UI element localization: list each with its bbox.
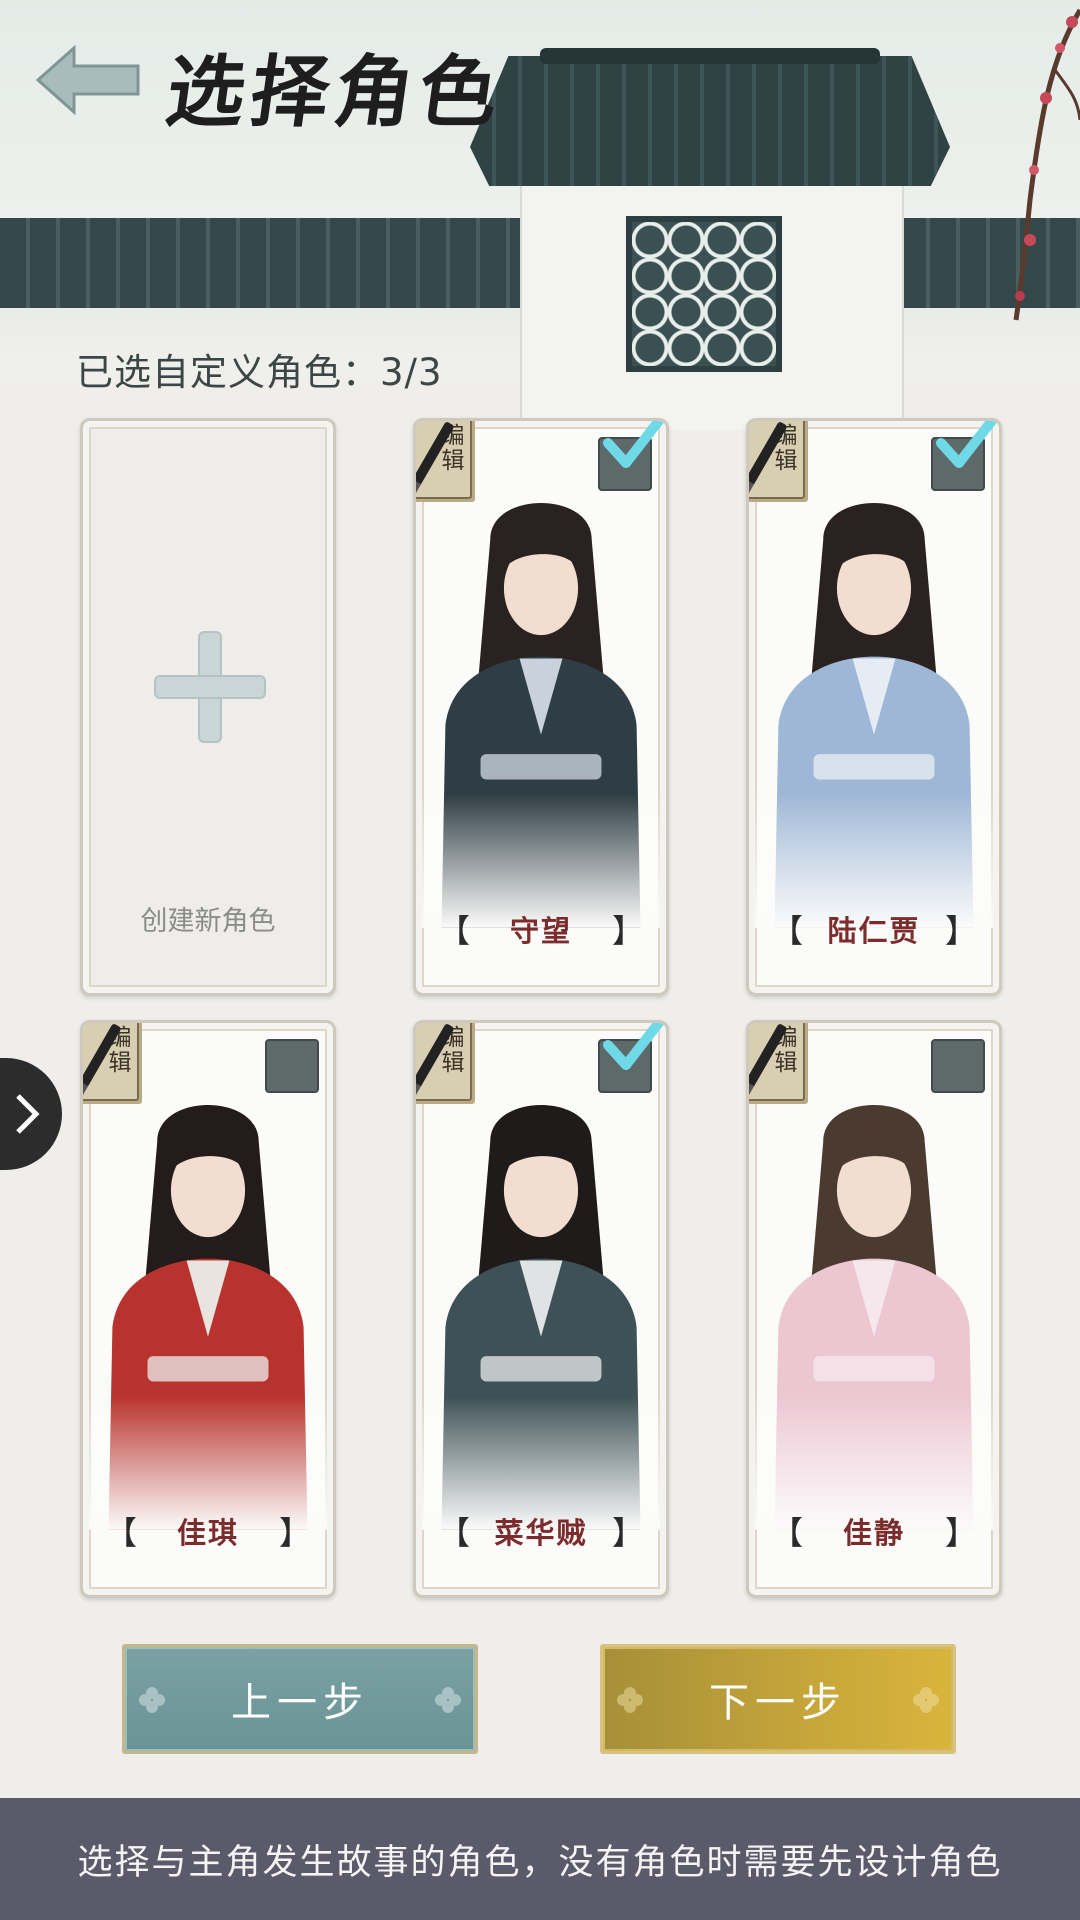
- name-plate: 【 佳静 】: [771, 1511, 977, 1552]
- side-expand-tab[interactable]: [0, 1058, 62, 1170]
- name-plate: 【 菜华贼 】: [438, 1511, 644, 1552]
- create-character-label: 创建新角色: [140, 906, 276, 937]
- edit-button[interactable]: 编辑: [749, 1023, 835, 1113]
- character-portrait: [422, 481, 660, 928]
- character-portrait: [422, 1083, 660, 1530]
- character-portrait: [755, 1083, 993, 1530]
- character-name: 菜华贼: [494, 1516, 588, 1550]
- back-arrow-icon: [35, 44, 140, 116]
- flower-ornament-icon: [617, 1687, 643, 1713]
- select-checkbox[interactable]: [265, 1039, 319, 1093]
- select-checkbox[interactable]: [598, 421, 666, 491]
- character-name: 守望: [509, 914, 572, 948]
- flower-ornament-icon: [435, 1687, 461, 1713]
- bracket-right-icon: 】: [611, 912, 644, 950]
- bracket-right-icon: 】: [944, 1514, 977, 1552]
- checkmark-icon: [936, 421, 999, 468]
- character-portrait: [89, 1083, 327, 1530]
- character-portrait: [755, 481, 993, 928]
- footer-hint-text: 选择与主角发生故事的角色，没有角色时需要先设计角色: [77, 1842, 1003, 1883]
- select-checkbox[interactable]: [598, 1023, 666, 1093]
- flower-ornament-icon: [913, 1687, 939, 1713]
- character-name: 佳静: [842, 1516, 905, 1550]
- edit-button[interactable]: 编辑: [416, 421, 502, 511]
- select-checkbox[interactable]: [931, 421, 999, 491]
- bracket-left-icon: 【: [771, 912, 804, 950]
- next-step-button[interactable]: 下一步: [600, 1644, 956, 1754]
- character-card[interactable]: 编辑 【 菜华贼 】: [413, 1020, 669, 1598]
- bracket-left-icon: 【: [438, 1514, 471, 1552]
- gate-roof-ridge: [540, 48, 880, 64]
- character-card[interactable]: 编辑 【 佳静 】: [746, 1020, 1002, 1598]
- next-step-label: 下一步: [709, 1680, 847, 1726]
- name-plate: 【 陆仁贾 】: [771, 909, 977, 950]
- previous-step-button[interactable]: 上一步: [122, 1644, 478, 1754]
- bracket-left-icon: 【: [771, 1514, 804, 1552]
- bracket-left-icon: 【: [105, 1514, 138, 1552]
- name-plate: 【 佳琪 】: [105, 1511, 311, 1552]
- bracket-right-icon: 】: [611, 1514, 644, 1552]
- create-character-card[interactable]: 创建新角色: [80, 418, 336, 996]
- checkmark-icon: [603, 1023, 666, 1070]
- flower-ornament-icon: [139, 1687, 165, 1713]
- previous-step-label: 上一步: [231, 1680, 369, 1726]
- footer-hint-bar: 选择与主角发生故事的角色，没有角色时需要先设计角色: [0, 1798, 1080, 1920]
- gate-roof: [470, 56, 950, 186]
- plum-blossom-branch: [1013, 8, 1080, 321]
- character-card[interactable]: 编辑 【 佳琪 】: [80, 1020, 336, 1598]
- character-name: 陆仁贾: [827, 914, 921, 948]
- back-button[interactable]: [34, 44, 142, 116]
- checkmark-icon: [603, 421, 666, 468]
- bracket-left-icon: 【: [438, 912, 471, 950]
- edit-button[interactable]: 编辑: [416, 1023, 502, 1113]
- character-card[interactable]: 编辑 【 陆仁贾 】: [746, 418, 1002, 996]
- lattice-window: [626, 216, 782, 372]
- plus-icon: [154, 631, 266, 743]
- select-checkbox[interactable]: [931, 1039, 985, 1093]
- character-name: 佳琪: [176, 1516, 239, 1550]
- edit-button[interactable]: 编辑: [83, 1023, 169, 1113]
- bracket-right-icon: 】: [278, 1514, 311, 1552]
- chevron-right-icon: [16, 1094, 40, 1134]
- edit-button[interactable]: 编辑: [749, 421, 835, 511]
- bracket-right-icon: 】: [944, 912, 977, 950]
- character-card[interactable]: 编辑 【 守望 】: [413, 418, 669, 996]
- selected-count: 已选自定义角色：3/3: [76, 351, 443, 394]
- page-title: 选择角色: [160, 47, 510, 138]
- name-plate: 【 守望 】: [438, 909, 644, 950]
